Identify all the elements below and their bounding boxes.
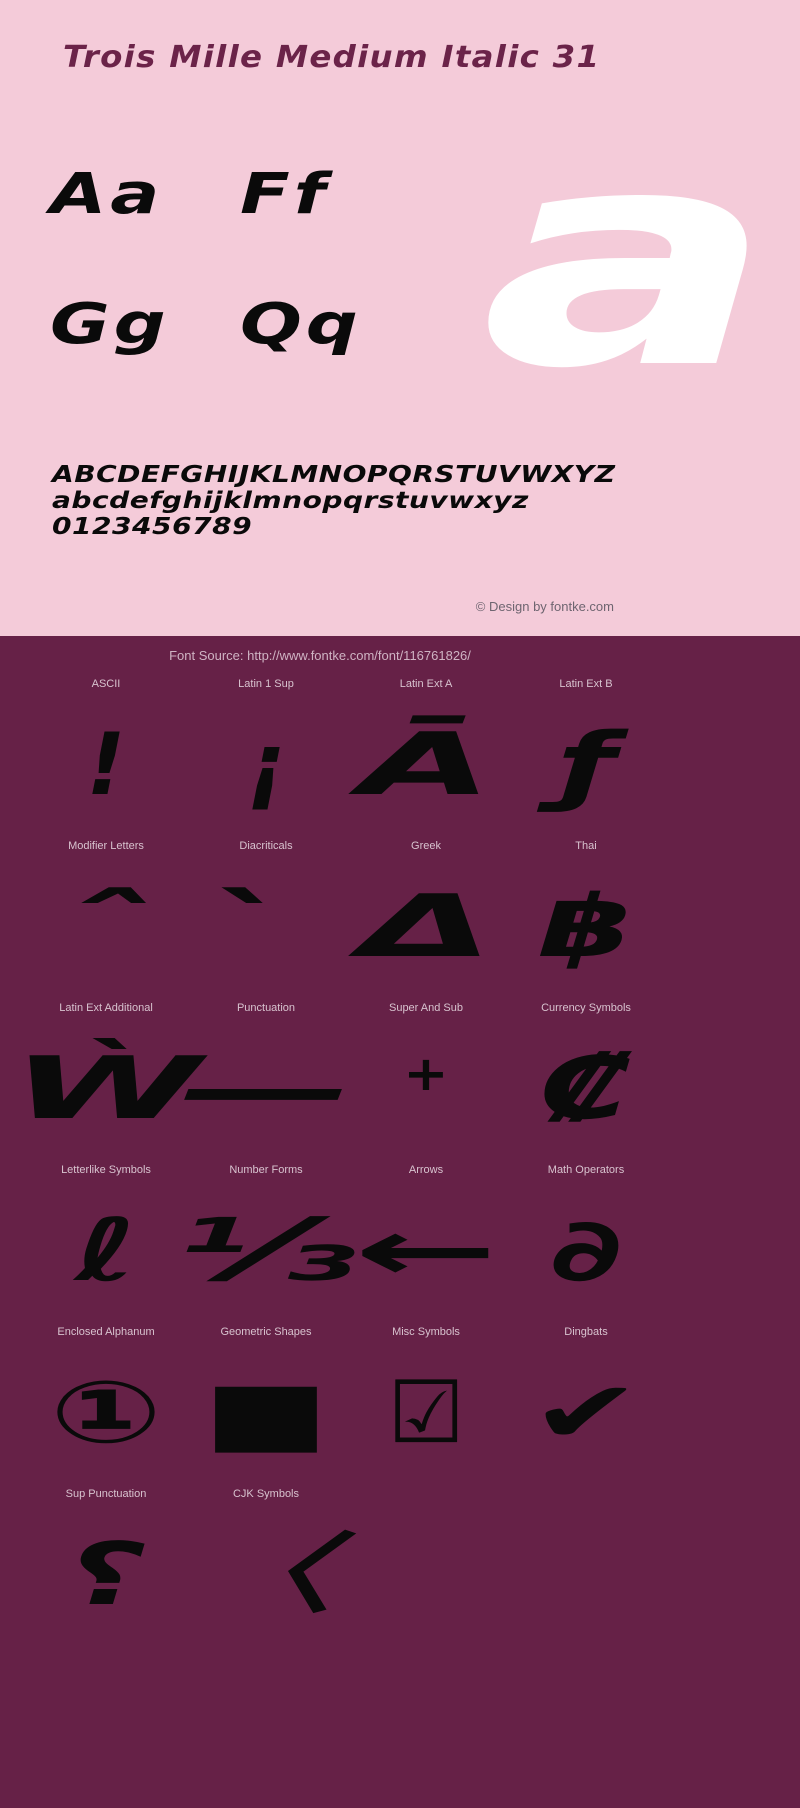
block-label: Latin 1 Sup <box>238 678 294 690</box>
block-label: Thai <box>575 840 597 852</box>
block-glyph: ! <box>86 715 126 815</box>
block-label: ASCII <box>91 678 121 690</box>
letter-pair-row: Gg Qq <box>50 294 430 424</box>
letter-pair-row: Aa Ff <box>50 164 430 294</box>
block-cell-ascii: ASCII ! <box>26 667 186 829</box>
font-source-line: Font Source: http://www.fontke.com/font/… <box>169 648 471 663</box>
block-label: Geometric Shapes <box>220 1326 312 1338</box>
block-glyph: ₡ <box>539 1039 633 1139</box>
block-row: Letterlike Symbols ℓ Number Forms ⅓ Arro… <box>26 1153 800 1315</box>
unicode-blocks-panel: Font Source: http://www.fontke.com/font/… <box>0 636 800 1679</box>
block-row: Modifier Letters ˆ Diacriticals ̀ Greek … <box>26 829 800 991</box>
block-label: Latin Ext Additional <box>59 1002 153 1014</box>
block-label: Arrows <box>408 1164 444 1176</box>
block-cell-currency-symbols: Currency Symbols ₡ <box>506 991 666 1153</box>
letter-pair-ff: Ff <box>240 162 330 227</box>
block-cell-punctuation: Punctuation — <box>180 991 352 1153</box>
copyright-text: © Design by fontke.com <box>475 599 614 614</box>
block-label: Modifier Letters <box>68 840 144 852</box>
block-glyph: ∂ <box>549 1201 623 1301</box>
block-label: Letterlike Symbols <box>61 1164 151 1176</box>
block-row: ASCII ! Latin 1 Sup ¡ Latin Ext A Ā Lati… <box>26 667 800 829</box>
block-label: Greek <box>411 840 441 852</box>
unicode-block-grid: ASCII ! Latin 1 Sup ¡ Latin Ext A Ā Lati… <box>0 667 800 1639</box>
block-label: CJK Symbols <box>232 1488 300 1500</box>
block-label: Latin Ext B <box>559 678 613 690</box>
block-label: Currency Symbols <box>541 1002 631 1014</box>
block-label: Enclosed Alphanum <box>57 1326 155 1338</box>
block-cell-cjk-symbols: CJK Symbols 〈 <box>186 1477 346 1639</box>
alphabet-lowercase: abcdefghijklmnopqrstuvwxyz <box>52 488 529 514</box>
block-cell-geometric-shapes: Geometric Shapes ■ <box>186 1315 346 1477</box>
block-cell-math-operators: Math Operators ∂ <box>506 1153 666 1315</box>
block-glyph: ƒ <box>556 715 615 815</box>
alphabet-digits: 0123456789 <box>52 514 253 540</box>
block-label: Super And Sub <box>388 1002 463 1014</box>
block-label: Number Forms <box>229 1164 303 1176</box>
block-label: Punctuation <box>236 1002 296 1014</box>
block-glyph: ✔ <box>530 1363 642 1463</box>
block-glyph: 〈 <box>199 1525 333 1625</box>
block-cell-dingbats: Dingbats ✔ <box>506 1315 666 1477</box>
letter-pair-qq: Qq <box>240 292 362 357</box>
display-glyph-a: a <box>480 85 774 434</box>
block-label: Math Operators <box>547 1164 625 1176</box>
block-glyph: ■ <box>203 1363 329 1463</box>
font-specimen-panel: Trois Mille Medium Italic 31 a Aa Ff Gg … <box>0 0 800 636</box>
block-label: Misc Symbols <box>392 1326 460 1338</box>
alphabet-block: ABCDEFGHIJKLMNOPQRSTUVWXYZ abcdefghijklm… <box>52 462 615 540</box>
block-glyph: ฿ <box>539 877 633 977</box>
block-label: Sup Punctuation <box>65 1488 147 1500</box>
block-label: Diacriticals <box>239 840 293 852</box>
block-cell-latin-ext-b: Latin Ext B ƒ <box>506 667 666 829</box>
page-title: Trois Mille Medium Italic 31 <box>63 40 601 75</box>
block-cell-thai: Thai ฿ <box>506 829 666 991</box>
letter-pair-grid: Aa Ff Gg Qq <box>50 164 430 424</box>
block-label: Latin Ext A <box>399 678 453 690</box>
block-row: Latin Ext Additional Ẁ Punctuation — Sup… <box>11 991 800 1153</box>
block-label: Dingbats <box>564 1326 608 1338</box>
block-row: Sup Punctuation ⸮ CJK Symbols 〈 <box>26 1477 800 1639</box>
alphabet-uppercase: ABCDEFGHIJKLMNOPQRSTUVWXYZ <box>52 462 616 488</box>
block-glyph: — <box>180 1039 352 1139</box>
block-row: Enclosed Alphanum ① Geometric Shapes ■ M… <box>26 1315 800 1477</box>
